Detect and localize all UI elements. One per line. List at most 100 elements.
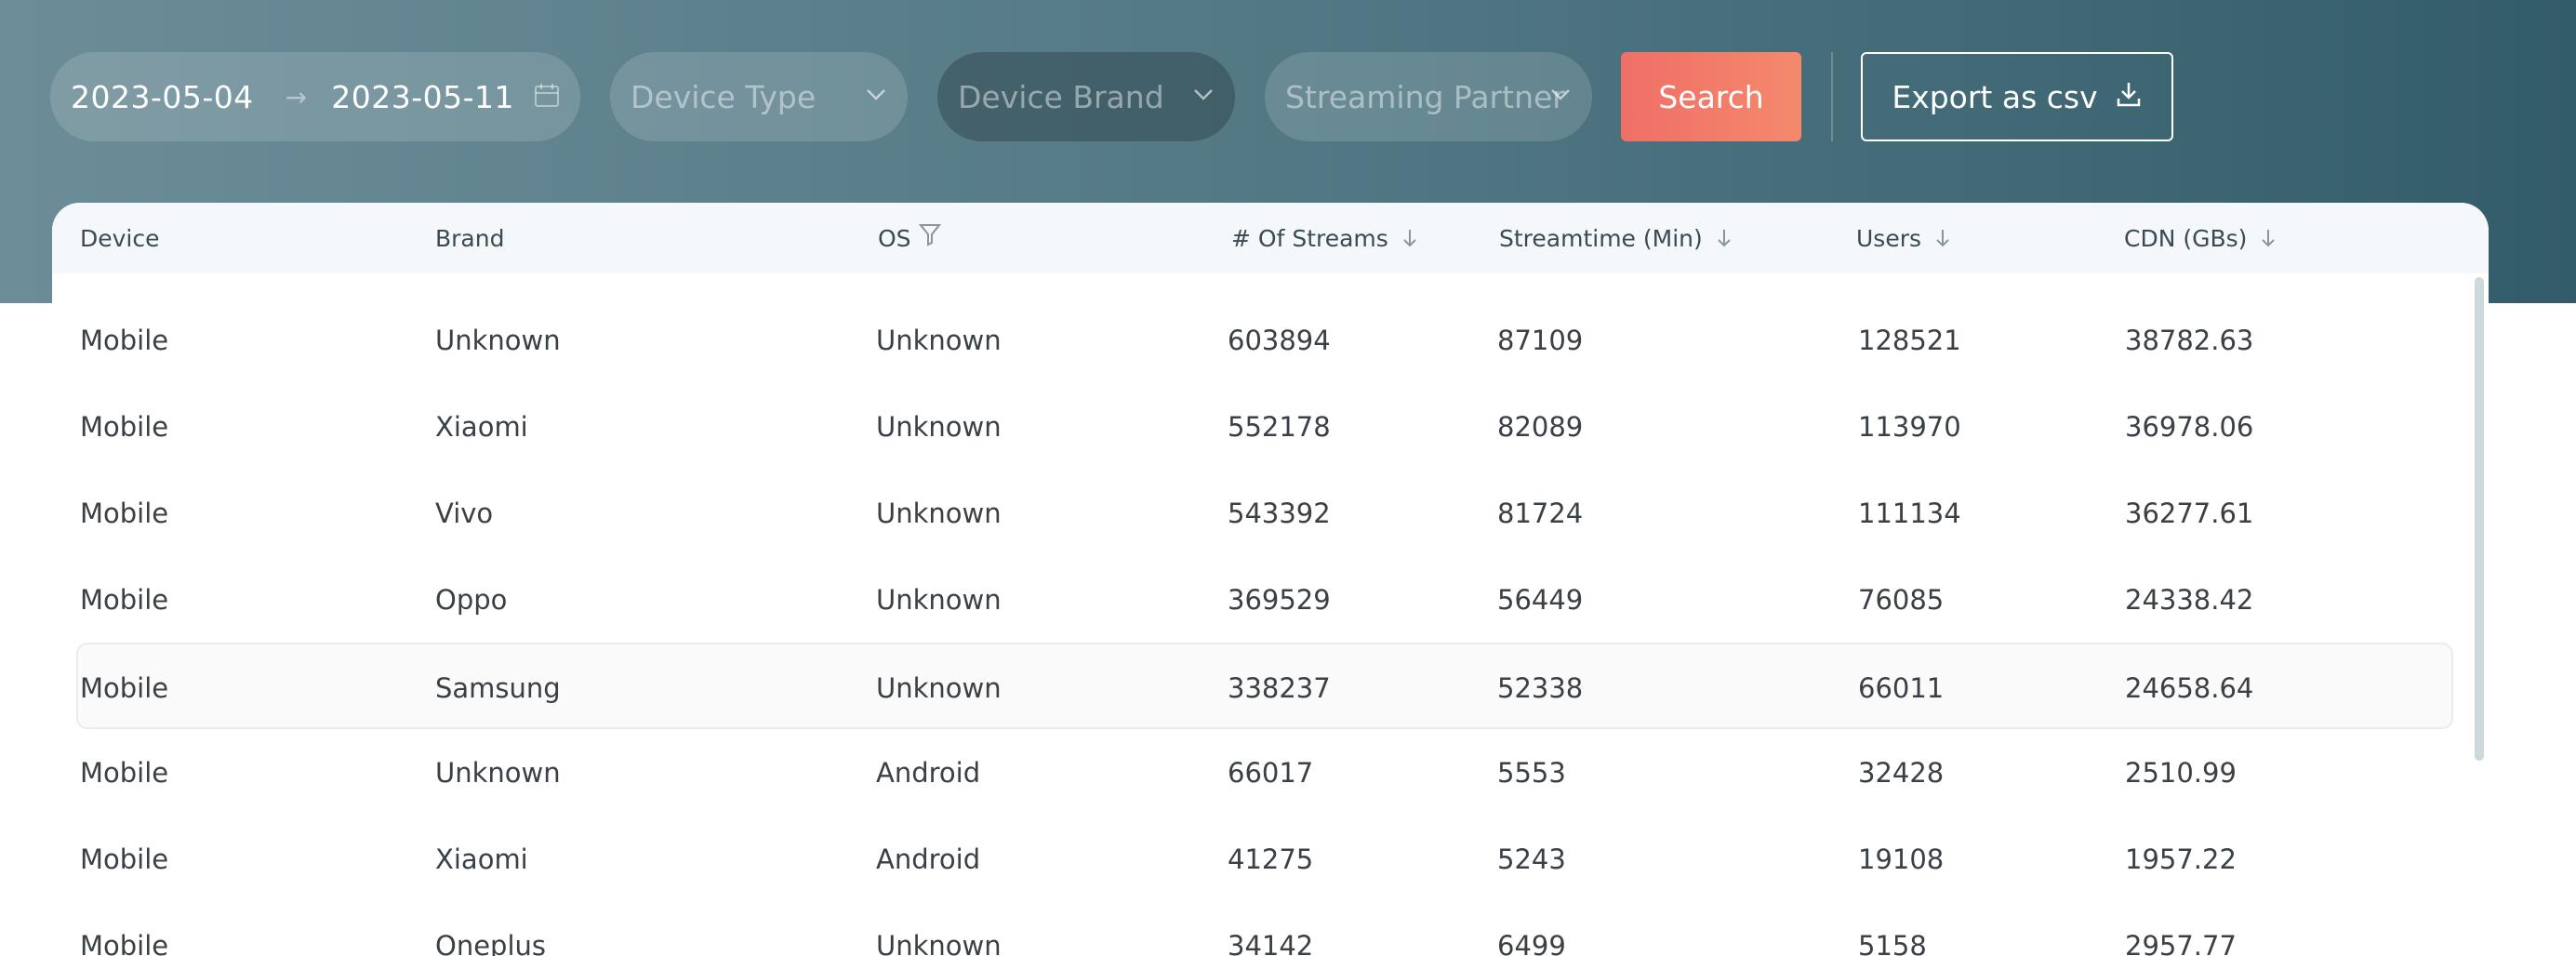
table-cell: Android [876, 843, 981, 875]
search-button[interactable]: Search [1621, 52, 1801, 141]
table-cell: Unknown [876, 497, 1002, 529]
chevron-down-icon [1192, 87, 1215, 106]
table-scrollbar[interactable] [2475, 277, 2484, 761]
table-cell: Mobile [80, 497, 169, 529]
column-header[interactable]: Streamtime (Min) [1499, 203, 1733, 273]
table-cell: 24338.42 [2125, 583, 2254, 616]
streaming-partner-placeholder: Streaming Partner [1285, 78, 1565, 115]
table-cell: 82089 [1497, 410, 1584, 443]
table-row[interactable]: Mobile Xiaomi Unknown 552178 82089 113970 3697… [76, 383, 2453, 470]
device-type-select[interactable]: Device Type [610, 52, 908, 141]
table-cell: 76085 [1858, 583, 1945, 616]
table-row[interactable]: Mobile Xiaomi Android 41275 5243 19108 1957.22 [76, 816, 2453, 902]
sort-arrow-down-icon[interactable] [1401, 228, 1418, 248]
table-cell: 5158 [1858, 929, 1927, 956]
table-cell: Unknown [876, 324, 1002, 356]
device-brand-select[interactable]: Device Brand [937, 52, 1235, 141]
column-header[interactable]: CDN (GBs) [2124, 203, 2277, 273]
table-cell: Mobile [80, 410, 169, 443]
column-header-label: # Of Streams [1231, 224, 1388, 252]
end-date-input[interactable]: 2023-05-11 [331, 79, 514, 115]
table-cell: Unknown [435, 756, 561, 789]
table-cell: 52338 [1497, 671, 1584, 704]
table-cell: 6499 [1497, 929, 1566, 956]
table-cell: 32428 [1858, 756, 1945, 789]
table-cell: Mobile [80, 756, 169, 789]
table-row[interactable]: Mobile Unknown Unknown 603894 87109 128521 387… [76, 297, 2453, 383]
arrow-right-icon: → [285, 81, 308, 113]
table-header: Device Brand OS # Of Streams Streamtime (Min… [52, 203, 2489, 273]
table-cell: 87109 [1497, 324, 1584, 356]
streaming-partner-select[interactable]: Streaming Partner [1265, 52, 1592, 141]
table-cell: Mobile [80, 843, 169, 875]
export-csv-label: Export as csv [1892, 78, 2098, 115]
table-cell: 38782.63 [2125, 324, 2254, 356]
table-cell: 543392 [1228, 497, 1331, 529]
column-header: Brand [435, 203, 504, 273]
table-cell: 56449 [1497, 583, 1584, 616]
table-cell: 34142 [1228, 929, 1314, 956]
table-cell: Unknown [876, 410, 1002, 443]
table-cell: Xiaomi [435, 410, 528, 443]
download-icon [2115, 79, 2143, 115]
table-cell: 111134 [1858, 497, 1961, 529]
table-cell: 2957.77 [2125, 929, 2237, 956]
start-date-input[interactable]: 2023-05-04 [71, 79, 254, 115]
table-cell: 19108 [1858, 843, 1945, 875]
table-cell: 36277.61 [2125, 497, 2254, 529]
table-cell: 36978.06 [2125, 410, 2254, 443]
column-header[interactable]: Users [1856, 203, 1951, 273]
table-cell: Unknown [876, 583, 1002, 616]
calendar-icon [534, 83, 560, 113]
table-cell: 5553 [1497, 756, 1566, 789]
table-cell: 24658.64 [2125, 671, 2254, 704]
chevron-down-icon [1549, 87, 1572, 106]
table-cell: 128521 [1858, 324, 1961, 356]
column-header-label: Streamtime (Min) [1499, 224, 1703, 252]
table-cell: Samsung [435, 671, 561, 704]
table-cell: 552178 [1228, 410, 1331, 443]
column-header-label: OS [878, 224, 911, 252]
table-cell: Unknown [435, 324, 561, 356]
table-row[interactable]: Mobile Oneplus Unknown 34142 6499 5158 2957.77 [76, 902, 2453, 956]
table-cell: 603894 [1228, 324, 1331, 356]
table-row[interactable]: Mobile Oppo Unknown 369529 56449 76085 24338.4… [76, 556, 2453, 643]
sort-arrow-down-icon[interactable] [2260, 228, 2277, 248]
table-row[interactable]: Mobile Samsung Unknown 338237 52338 66011 2465… [76, 643, 2453, 729]
column-header-label: CDN (GBs) [2124, 224, 2248, 252]
table-cell: Xiaomi [435, 843, 528, 875]
table-cell: Mobile [80, 671, 169, 704]
filter-divider [1831, 52, 1833, 141]
filter-icon[interactable] [918, 222, 941, 246]
column-header-label: Device [80, 224, 160, 252]
chevron-down-icon [865, 87, 887, 106]
table-cell: Mobile [80, 324, 169, 356]
table-cell: 338237 [1228, 671, 1331, 704]
table-cell: 369529 [1228, 583, 1331, 616]
column-header: Device [80, 203, 160, 273]
table-cell: 66017 [1228, 756, 1314, 789]
table-cell: Oppo [435, 583, 508, 616]
table-cell: 1957.22 [2125, 843, 2237, 875]
table-cell: 2510.99 [2125, 756, 2237, 789]
export-csv-button[interactable]: Export as csv [1861, 52, 2173, 141]
column-header-label: Brand [435, 224, 505, 252]
date-range-picker[interactable]: 2023-05-04 → 2023-05-11 [50, 52, 580, 141]
table-cell: 5243 [1497, 843, 1566, 875]
table-cell: 113970 [1858, 410, 1961, 443]
data-table: Device Brand OS # Of Streams Streamtime (Min… [52, 203, 2489, 956]
sort-arrow-down-icon[interactable] [1716, 228, 1733, 248]
table-cell: Oneplus [435, 929, 547, 956]
filter-bar: 2023-05-04 → 2023-05-11 Device Type Devi… [0, 0, 2576, 195]
table-row[interactable]: Mobile Vivo Unknown 543392 81724 111134 36277.… [76, 470, 2453, 556]
sort-arrow-down-icon[interactable] [1934, 228, 1951, 248]
table-cell: 41275 [1228, 843, 1314, 875]
table-cell: Unknown [876, 671, 1002, 704]
table-cell: 66011 [1858, 671, 1945, 704]
column-header[interactable]: # Of Streams [1231, 203, 1418, 273]
table-cell: Mobile [80, 929, 169, 956]
table-row[interactable]: Mobile Unknown Android 66017 5553 32428 2510.9… [76, 729, 2453, 816]
device-type-placeholder: Device Type [631, 78, 817, 115]
column-header-label: Users [1856, 224, 1922, 252]
column-header[interactable]: OS [878, 203, 941, 273]
